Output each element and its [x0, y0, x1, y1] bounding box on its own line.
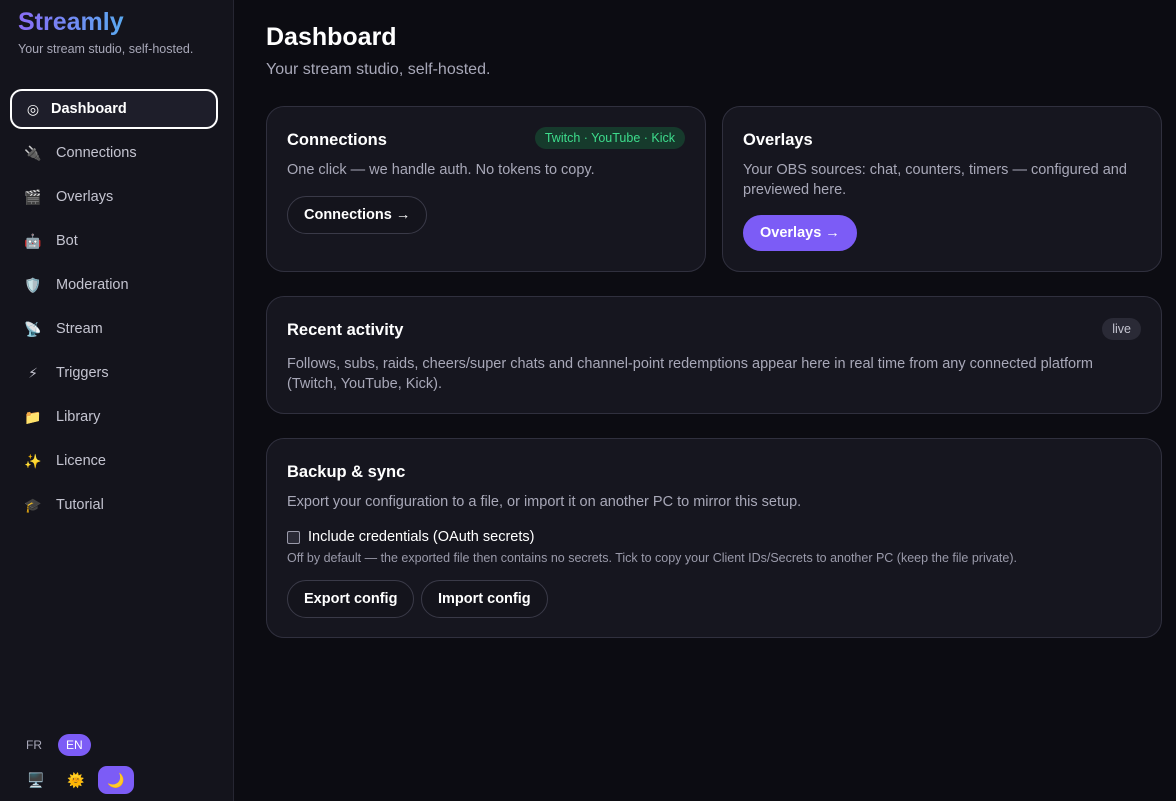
monitor-icon[interactable]: 🖥️ [18, 766, 54, 794]
card-title: Overlays [743, 131, 813, 149]
sidebar-item-label: Library [56, 409, 101, 425]
card-text: Follows, subs, raids, cheers/super chats… [287, 356, 1093, 392]
card-title: Recent activity [287, 321, 404, 339]
plug-icon: 🔌 [24, 144, 42, 161]
sidebar-item-bot[interactable]: 🤖 Bot [10, 221, 218, 261]
sidebar-item-label: Stream [56, 321, 103, 337]
graduation-cap-icon: 🎓 [24, 496, 42, 513]
sidebar-item-library[interactable]: 📁 Library [10, 397, 218, 437]
sidebar-item-triggers[interactable]: ⚡ Triggers [10, 353, 218, 393]
sidebar-item-label: Triggers [56, 365, 109, 381]
sidebar-item-label: Bot [56, 233, 78, 249]
card-text: Export your configuration to a file, or … [287, 494, 802, 510]
card-text: One click — we handle auth. No tokens to… [287, 162, 595, 178]
card-title: Connections [287, 131, 387, 149]
page-title: Dashboard [266, 23, 397, 51]
moon-icon[interactable]: 🌙 [98, 766, 134, 794]
export-config-button[interactable]: Export config [287, 580, 415, 618]
import-config-button[interactable]: Import config [421, 580, 548, 618]
clapper-icon: 🎬 [24, 188, 42, 205]
lang-en-button[interactable]: EN [58, 734, 91, 756]
lightning-icon: ⚡ [28, 364, 38, 381]
page-subtitle: Your stream studio, self-hosted. [266, 61, 491, 78]
sun-icon[interactable]: 🌞 [58, 766, 94, 794]
credentials-hint: Off by default — the exported file then … [287, 551, 1017, 565]
sidebar-item-tutorial[interactable]: 🎓 Tutorial [10, 485, 218, 525]
theme-switcher: 🖥️ 🌞 🌙 [18, 766, 134, 794]
sidebar-item-label: Overlays [56, 189, 114, 205]
target-icon: ◎ [26, 100, 40, 117]
sidebar-item-label: Tutorial [56, 497, 104, 513]
card-title: Backup & sync [287, 463, 406, 481]
checkbox-label[interactable]: Include credentials (OAuth secrets) [308, 529, 534, 545]
brand-tagline: Your stream studio, self-hosted. [18, 42, 194, 56]
include-credentials-checkbox[interactable] [287, 530, 300, 544]
overlays-button[interactable]: Overlays → [743, 215, 857, 251]
sidebar-item-label: Moderation [56, 277, 129, 293]
sidebar-nav: ◎ Dashboard 🔌 Connections 🎬 Overlays 🤖 B… [10, 89, 218, 529]
sidebar-item-label: Dashboard [51, 101, 127, 117]
folder-icon: 📁 [24, 408, 42, 425]
sidebar-item-moderation[interactable]: 🛡️ Moderation [10, 265, 218, 305]
brand-logo[interactable]: Streamly [18, 8, 124, 37]
sparkles-icon: ✨ [24, 452, 42, 469]
sidebar-item-overlays[interactable]: 🎬 Overlays [10, 177, 218, 217]
sidebar-item-connections[interactable]: 🔌 Connections [10, 133, 218, 173]
robot-icon: 🤖 [24, 232, 42, 249]
sidebar: Streamly Your stream studio, self-hosted… [0, 0, 234, 801]
platforms-badge: Twitch · YouTube · Kick [534, 127, 685, 149]
sidebar-item-stream[interactable]: 📡 Stream [10, 309, 218, 349]
sidebar-item-label: Connections [56, 145, 137, 161]
sidebar-item-licence[interactable]: ✨ Licence [10, 441, 218, 481]
language-switcher: FR EN [18, 734, 91, 756]
recent-activity-card: Recent activity live Follows, subs, raid… [266, 296, 1162, 414]
connections-button[interactable]: Connections → [287, 196, 428, 234]
card-text: Your OBS sources: chat, counters, timers… [743, 162, 1127, 198]
backup-card: Backup & sync Export your configuration … [266, 438, 1162, 638]
lang-fr-button[interactable]: FR [18, 734, 50, 756]
connections-card: Connections Twitch · YouTube · Kick One … [266, 106, 706, 272]
broadcast-icon: 📡 [24, 320, 42, 337]
include-credentials-row[interactable]: Include credentials (OAuth secrets) [287, 529, 534, 545]
shield-icon: 🛡️ [24, 276, 42, 293]
live-badge: live [1102, 318, 1141, 340]
sidebar-item-label: Licence [56, 453, 106, 469]
sidebar-item-dashboard[interactable]: ◎ Dashboard [10, 89, 218, 129]
overlays-card: Overlays Your OBS sources: chat, counter… [722, 106, 1162, 272]
